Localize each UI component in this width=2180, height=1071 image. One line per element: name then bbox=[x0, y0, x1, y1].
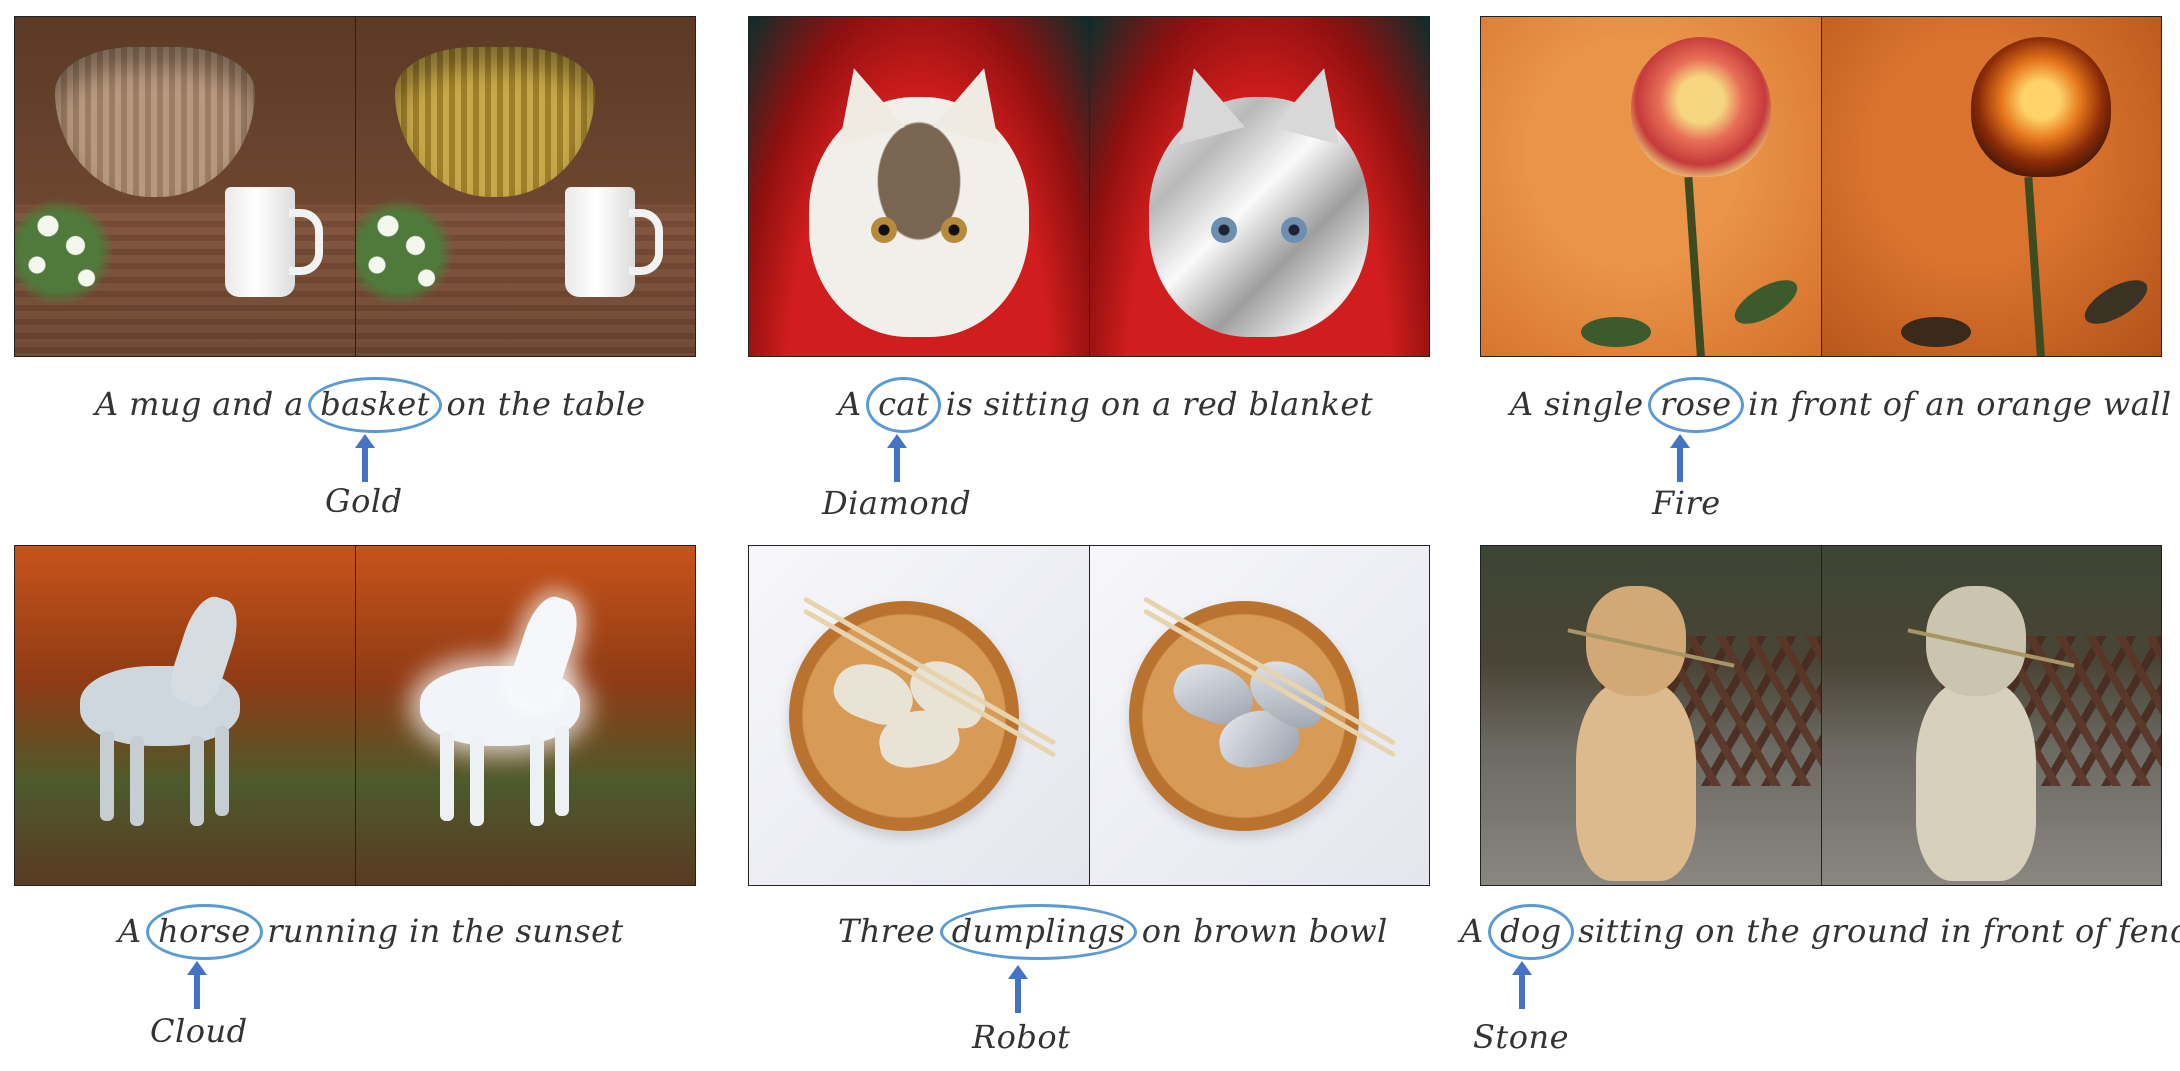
edited-image-diamond-cat bbox=[1089, 17, 1429, 356]
original-image-basket bbox=[15, 17, 355, 356]
material-label-diamond: Diamond bbox=[822, 484, 972, 522]
original-image-dog bbox=[1481, 546, 1821, 885]
caption-horse: A horse running in the sunset bbox=[118, 904, 624, 960]
original-image-rose bbox=[1481, 17, 1821, 356]
caption-rose: A single rose in front of an orange wall bbox=[1510, 377, 2172, 433]
keyword-highlight-cat: cat bbox=[866, 377, 942, 433]
material-label-cloud: Cloud bbox=[150, 1012, 248, 1050]
caption-basket: A mug and a basket on the table bbox=[95, 377, 646, 433]
original-image-dumplings bbox=[749, 546, 1089, 885]
edited-image-gold-basket bbox=[355, 17, 695, 356]
arrow-up-icon bbox=[355, 434, 375, 482]
original-image-horse bbox=[15, 546, 355, 885]
edited-image-robot-dumplings bbox=[1089, 546, 1429, 885]
material-label-robot: Robot bbox=[972, 1018, 1071, 1056]
edited-image-stone-dog bbox=[1821, 546, 2161, 885]
edited-image-cloud-horse bbox=[355, 546, 695, 885]
arrow-up-icon bbox=[887, 434, 907, 482]
arrow-up-icon bbox=[187, 961, 207, 1009]
keyword-highlight-basket: basket bbox=[308, 377, 442, 433]
arrow-up-icon bbox=[1670, 434, 1690, 482]
keyword-highlight-rose: rose bbox=[1648, 377, 1744, 433]
image-pair-dumplings-robot bbox=[748, 545, 1430, 886]
image-pair-dog-stone bbox=[1480, 545, 2162, 886]
arrow-up-icon bbox=[1008, 965, 1028, 1013]
arrow-up-icon bbox=[1512, 961, 1532, 1009]
original-image-cat bbox=[749, 17, 1089, 356]
material-label-stone: Stone bbox=[1473, 1018, 1570, 1056]
material-label-gold: Gold bbox=[325, 482, 403, 520]
material-label-fire: Fire bbox=[1652, 484, 1721, 522]
image-pair-cat-diamond bbox=[748, 16, 1430, 357]
image-pair-basket-gold bbox=[14, 16, 696, 357]
keyword-highlight-horse: horse bbox=[146, 904, 263, 960]
caption-dumplings: Three dumplings on brown bowl bbox=[838, 904, 1388, 960]
keyword-highlight-dog: dog bbox=[1488, 904, 1575, 960]
caption-cat: A cat is sitting on a red blanket bbox=[838, 377, 1374, 433]
image-pair-rose-fire bbox=[1480, 16, 2162, 357]
image-pair-horse-cloud bbox=[14, 545, 696, 886]
edited-image-fire-rose bbox=[1821, 17, 2161, 356]
caption-dog: A dog sitting on the ground in front of … bbox=[1460, 904, 2180, 960]
keyword-highlight-dumplings: dumplings bbox=[939, 904, 1137, 960]
